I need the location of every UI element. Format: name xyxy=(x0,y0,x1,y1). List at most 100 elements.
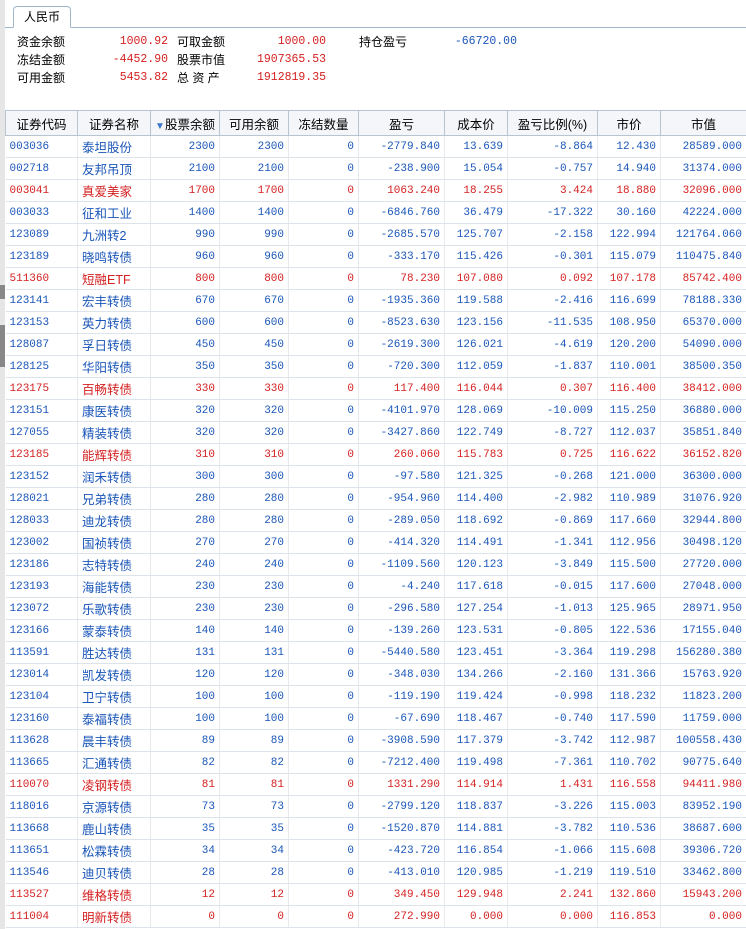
table-row[interactable]: 511360 短融ETF 800 800 0 78.230 107.080 0.092 107.… xyxy=(5,267,746,290)
column-header-code[interactable]: 证券代码 xyxy=(5,110,78,136)
table-row[interactable]: 123089 九洲转2 990 990 0 -2685.570 125.707 -2.158 1… xyxy=(5,223,746,246)
table-row[interactable]: 123151 康医转债 320 320 0 -4101.970 128.069 -10.009… xyxy=(5,399,746,422)
cell-available-balance: 28 xyxy=(219,861,289,884)
cell-stock-balance: 1400 xyxy=(150,201,220,224)
cell-cost-price: 117.618 xyxy=(444,575,508,598)
column-header-pnl[interactable]: 盈亏 xyxy=(358,110,445,136)
table-row[interactable]: 123189 晓鸣转债 960 960 0 -333.170 115.426 -0.301 11… xyxy=(5,245,746,268)
cell-pnl-ratio: -0.301 xyxy=(507,245,598,268)
table-row[interactable]: 123002 国祯转债 270 270 0 -414.320 114.491 -1.341 11… xyxy=(5,531,746,554)
summary-label-stock-market-value: 股票市值 xyxy=(177,53,226,67)
cell-cost-price: 123.451 xyxy=(444,641,508,664)
cell-pnl: -2779.840 xyxy=(358,135,445,158)
table-row[interactable]: 113546 迪贝转债 28 28 0 -413.010 120.985 -1.219 119.… xyxy=(5,861,746,884)
table-row[interactable]: 123193 海能转债 230 230 0 -4.240 117.618 -0.015 117.… xyxy=(5,575,746,598)
column-header-available-balance[interactable]: 可用余额 xyxy=(219,110,289,136)
column-header-pnl-ratio[interactable]: 盈亏比例(%) xyxy=(507,110,598,136)
cell-market-value: 85742.400 xyxy=(660,267,746,290)
summary-value-cash-balance: 1000.92 xyxy=(119,35,168,48)
summary-label-cash-balance: 资金余额 xyxy=(17,35,66,49)
cell-market-value: 36152.820 xyxy=(660,443,746,466)
cell-market-value: 15763.920 xyxy=(660,663,746,686)
cell-code: 003041 xyxy=(5,179,78,202)
table-row[interactable]: 128021 兄弟转债 280 280 0 -954.960 114.400 -2.982 11… xyxy=(5,487,746,510)
cell-pnl-ratio: -7.361 xyxy=(507,751,598,774)
cell-stock-balance: 800 xyxy=(150,267,220,290)
table-row[interactable]: 113665 汇通转债 82 82 0 -7212.400 119.498 -7.361 110… xyxy=(5,751,746,774)
cell-cost-price: 118.467 xyxy=(444,707,508,730)
table-row[interactable]: 123166 蒙泰转债 140 140 0 -139.260 123.531 -0.805 12… xyxy=(5,619,746,642)
table-row[interactable]: 128125 华阳转债 350 350 0 -720.300 112.059 -1.837 11… xyxy=(5,355,746,378)
cell-market-price: 115.003 xyxy=(597,795,661,818)
table-row[interactable]: 002718 友邦吊顶 2100 2100 0 -238.900 15.054 -0.757 1… xyxy=(5,157,746,180)
column-header-name[interactable]: 证券名称 xyxy=(77,110,151,136)
cell-cost-price: 116.044 xyxy=(444,377,508,400)
table-row[interactable]: 123141 宏丰转债 670 670 0 -1935.360 119.588 -2.416 1… xyxy=(5,289,746,312)
tab-rmb[interactable]: 人民币 xyxy=(13,6,71,28)
table-row[interactable]: 123104 卫宁转债 100 100 0 -119.190 119.424 -0.998 11… xyxy=(5,685,746,708)
cell-code: 128033 xyxy=(5,509,78,532)
cell-pnl: -414.320 xyxy=(358,531,445,554)
table-row[interactable]: 123160 泰福转债 100 100 0 -67.690 118.467 -0.740 117… xyxy=(5,707,746,730)
cell-code: 123186 xyxy=(5,553,78,576)
cell-frozen-qty: 0 xyxy=(288,685,359,708)
table-row[interactable]: 113651 松霖转债 34 34 0 -423.720 116.854 -1.066 115.… xyxy=(5,839,746,862)
cell-cost-price: 114.400 xyxy=(444,487,508,510)
table-row[interactable]: 123072 乐歌转债 230 230 0 -296.580 127.254 -1.013 12… xyxy=(5,597,746,620)
column-header-stock-balance[interactable]: ▼股票余额 xyxy=(150,110,220,136)
cell-code: 123153 xyxy=(5,311,78,334)
table-row[interactable]: 113527 维格转债 12 12 0 349.450 129.948 2.241 132.86… xyxy=(5,883,746,906)
cell-frozen-qty: 0 xyxy=(288,905,359,928)
cell-pnl: -97.580 xyxy=(358,465,445,488)
table-row[interactable]: 128087 孚日转债 450 450 0 -2619.300 126.021 -4.619 1… xyxy=(5,333,746,356)
table-row[interactable]: 003033 征和工业 1400 1400 0 -6846.760 36.479 -17.32… xyxy=(5,201,746,224)
table-row[interactable]: 113628 晨丰转债 89 89 0 -3908.590 117.379 -3.742 112… xyxy=(5,729,746,752)
cell-pnl-ratio: -10.009 xyxy=(507,399,598,422)
table-row[interactable]: 123185 能辉转债 310 310 0 260.060 115.783 0.725 116.… xyxy=(5,443,746,466)
table-row[interactable]: 111004 明新转债 0 0 0 272.990 0.000 0.000 116.853 0.0… xyxy=(5,905,746,928)
table-row[interactable]: 113591 胜达转债 131 131 0 -5440.580 123.451 -3.364 1… xyxy=(5,641,746,664)
column-header-market-value[interactable]: 市值 xyxy=(660,110,746,136)
cell-code: 113591 xyxy=(5,641,78,664)
cell-frozen-qty: 0 xyxy=(288,201,359,224)
table-row[interactable]: 110070 凌钢转债 81 81 0 1331.290 114.914 1.431 116.5… xyxy=(5,773,746,796)
currency-tab-strip: 人民币 xyxy=(5,0,746,28)
table-row[interactable]: 127055 精装转债 320 320 0 -3427.860 122.749 -8.727 1… xyxy=(5,421,746,444)
column-header-frozen-qty[interactable]: 冻结数量 xyxy=(288,110,359,136)
cell-cost-price: 119.498 xyxy=(444,751,508,774)
table-row[interactable]: 123175 百畅转债 330 330 0 117.400 116.044 0.307 116.… xyxy=(5,377,746,400)
table-row[interactable]: 123153 英力转债 600 600 0 -8523.630 123.156 -11.535… xyxy=(5,311,746,334)
cell-cost-price: 120.985 xyxy=(444,861,508,884)
cell-name: 英力转债 xyxy=(77,311,151,334)
table-row[interactable]: 113668 鹿山转债 35 35 0 -1520.870 114.881 -3.782 110… xyxy=(5,817,746,840)
cell-stock-balance: 270 xyxy=(150,531,220,554)
cell-cost-price: 123.531 xyxy=(444,619,508,642)
cell-code: 123189 xyxy=(5,245,78,268)
column-header-market-price[interactable]: 市价 xyxy=(597,110,661,136)
cell-market-value: 156280.380 xyxy=(660,641,746,664)
cell-frozen-qty: 0 xyxy=(288,377,359,400)
column-header-label: 股票余额 xyxy=(164,117,215,132)
summary-value-total-assets: 1912819.35 xyxy=(256,71,326,84)
cell-frozen-qty: 0 xyxy=(288,619,359,642)
cell-name: 迪贝转债 xyxy=(77,861,151,884)
cell-market-price: 117.660 xyxy=(597,509,661,532)
column-header-cost-price[interactable]: 成本价 xyxy=(444,110,508,136)
cell-name: 短融ETF xyxy=(77,267,151,290)
cell-pnl: -8523.630 xyxy=(358,311,445,334)
cell-cost-price: 115.783 xyxy=(444,443,508,466)
cell-pnl-ratio: -1.341 xyxy=(507,531,598,554)
cell-market-price: 132.860 xyxy=(597,883,661,906)
table-row[interactable]: 128033 迪龙转债 280 280 0 -289.050 118.692 -0.869 11… xyxy=(5,509,746,532)
cell-market-value: 42224.000 xyxy=(660,201,746,224)
table-row[interactable]: 123186 志特转债 240 240 0 -1109.560 120.123 -3.849 1… xyxy=(5,553,746,576)
cell-market-price: 115.079 xyxy=(597,245,661,268)
cell-market-value: 38500.350 xyxy=(660,355,746,378)
cell-pnl: -1935.360 xyxy=(358,289,445,312)
cell-market-value: 28589.000 xyxy=(660,135,746,158)
table-row[interactable]: 123152 润禾转债 300 300 0 -97.580 121.325 -0.268 121… xyxy=(5,465,746,488)
table-row[interactable]: 003036 泰坦股份 2300 2300 0 -2779.840 13.639 -8.864… xyxy=(5,135,746,158)
table-row[interactable]: 118016 京源转债 73 73 0 -2799.120 118.837 -3.226 115… xyxy=(5,795,746,818)
table-row[interactable]: 003041 真爱美家 1700 1700 0 1063.240 18.255 3.424 18… xyxy=(5,179,746,202)
table-row[interactable]: 123014 凯发转债 120 120 0 -348.030 134.266 -2.160 13… xyxy=(5,663,746,686)
